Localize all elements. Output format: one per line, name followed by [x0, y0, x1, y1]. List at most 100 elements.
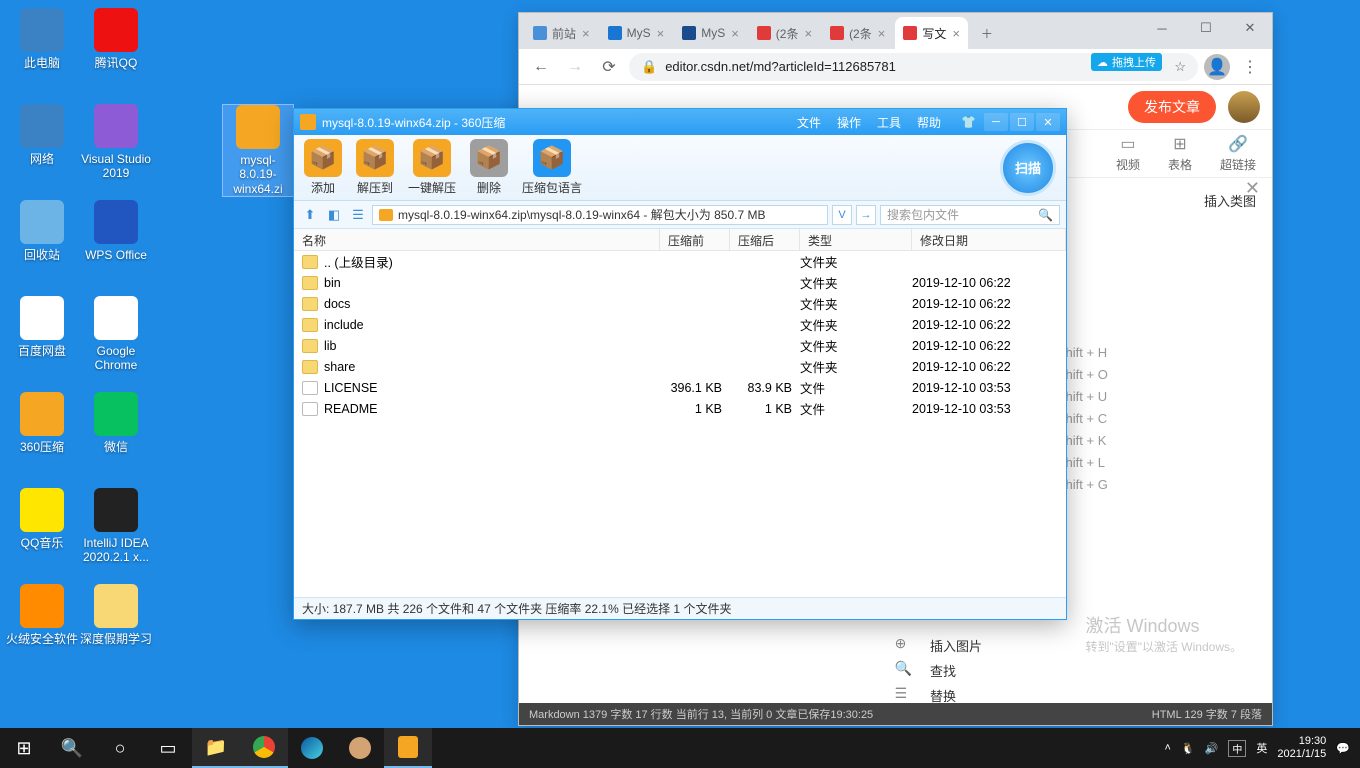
ime-lang[interactable]: 英: [1256, 740, 1267, 756]
file-row[interactable]: bin文件夹2019-12-10 06:22: [294, 272, 1066, 293]
desktop-icon[interactable]: 360压缩: [6, 392, 78, 454]
maximize-button[interactable]: ☐: [1184, 13, 1228, 43]
chrome-tab[interactable]: 前站×: [525, 17, 598, 49]
search-icon[interactable]: 🔍: [1038, 208, 1053, 222]
toolbar-button[interactable]: 📦解压到: [356, 139, 394, 196]
desktop-icon[interactable]: 网络: [6, 104, 78, 166]
file-row[interactable]: .. (上级目录)文件夹: [294, 251, 1066, 272]
side-command[interactable]: 插入图片: [930, 633, 982, 658]
file-row[interactable]: README1 KB1 KB文件2019-12-10 03:53: [294, 398, 1066, 419]
ime-indicator[interactable]: 中: [1228, 740, 1246, 757]
close-button[interactable]: ✕: [1036, 113, 1060, 131]
star-icon[interactable]: ☆: [1174, 59, 1186, 75]
search-input[interactable]: 搜索包内文件 🔍: [880, 205, 1060, 225]
desktop-icon[interactable]: QQ音乐: [6, 488, 78, 550]
reload-button[interactable]: ⟳: [595, 53, 623, 81]
search-icon[interactable]: 🔍: [895, 656, 912, 681]
desktop-icon[interactable]: IntelliJ IDEA 2020.2.1 x...: [80, 488, 152, 565]
header-name[interactable]: 名称: [294, 229, 660, 250]
panel-close-icon[interactable]: ✕: [1245, 178, 1260, 199]
tab-close-icon[interactable]: ×: [952, 26, 960, 41]
desktop-icon[interactable]: 回收站: [6, 200, 78, 262]
avatar[interactable]: [1228, 91, 1260, 123]
clock[interactable]: 19:30 2021/1/15: [1277, 735, 1326, 761]
profile-icon[interactable]: 👤: [1204, 54, 1230, 80]
header-date[interactable]: 修改日期: [912, 229, 1066, 250]
file-row[interactable]: include文件夹2019-12-10 06:22: [294, 314, 1066, 335]
forward-button[interactable]: →: [561, 53, 589, 81]
tab-close-icon[interactable]: ×: [804, 26, 812, 41]
chrome-taskbar-icon[interactable]: [240, 728, 288, 768]
desktop-icon[interactable]: WPS Office: [80, 200, 152, 262]
toolbar-button[interactable]: 📦删除: [470, 139, 508, 196]
minimize-button[interactable]: ─: [1140, 13, 1184, 43]
menu-item[interactable]: 操作: [837, 114, 861, 131]
scan-button[interactable]: 扫描: [1000, 140, 1056, 196]
column-headers[interactable]: 名称 压缩前 压缩后 类型 修改日期: [294, 229, 1066, 251]
up-button[interactable]: ⬆: [300, 205, 320, 225]
explorer-taskbar-icon[interactable]: 📁: [192, 728, 240, 768]
tray-chevron-icon[interactable]: ˄: [1165, 742, 1171, 754]
desktop-icon[interactable]: 腾讯QQ: [80, 8, 152, 70]
nav-button[interactable]: ◧: [324, 205, 344, 225]
toolbar-item[interactable]: ⊞表格: [1168, 134, 1192, 173]
menu-icon[interactable]: ⋮: [1236, 53, 1264, 81]
menu-item[interactable]: 工具: [877, 114, 901, 131]
chrome-tab[interactable]: (2条×: [749, 17, 820, 49]
desktop-icon[interactable]: 火绒安全软件: [6, 584, 78, 646]
tab-close-icon[interactable]: ×: [731, 26, 739, 41]
notifications-icon[interactable]: 💬: [1336, 742, 1350, 755]
new-tab-button[interactable]: ＋: [970, 17, 1004, 49]
toolbar-button[interactable]: 📦压缩包语言: [522, 139, 582, 196]
desktop-icon[interactable]: Visual Studio 2019: [80, 104, 152, 181]
desktop-icon[interactable]: 深度假期学习: [80, 584, 152, 646]
publish-button[interactable]: 发布文章: [1128, 91, 1216, 123]
task-view-button[interactable]: ▭: [144, 728, 192, 768]
cortana-button[interactable]: ○: [96, 728, 144, 768]
header-type[interactable]: 类型: [800, 229, 912, 250]
zip-titlebar[interactable]: mysql-8.0.19-winx64.zip - 360压缩 文件操作工具帮助…: [294, 109, 1066, 135]
file-row[interactable]: share文件夹2019-12-10 06:22: [294, 356, 1066, 377]
close-button[interactable]: ✕: [1228, 13, 1272, 43]
tab-close-icon[interactable]: ×: [657, 26, 665, 41]
edge-taskbar-icon[interactable]: [288, 728, 336, 768]
menu-item[interactable]: 文件: [797, 114, 821, 131]
file-row[interactable]: lib文件夹2019-12-10 06:22: [294, 335, 1066, 356]
side-command[interactable]: 查找: [930, 658, 982, 683]
go-button[interactable]: →: [856, 205, 876, 225]
maximize-button[interactable]: ☐: [1010, 113, 1034, 131]
desktop-icon[interactable]: 此电脑: [6, 8, 78, 70]
tray-volume-icon[interactable]: 🔊: [1205, 742, 1219, 755]
path-field[interactable]: mysql-8.0.19-winx64.zip\mysql-8.0.19-win…: [372, 205, 828, 225]
tab-close-icon[interactable]: ×: [878, 26, 886, 41]
tray-qq-icon[interactable]: 🐧: [1181, 742, 1195, 755]
menu-item[interactable]: 帮助: [917, 114, 941, 131]
toolbar-button[interactable]: 📦添加: [304, 139, 342, 196]
image-icon[interactable]: ⊕: [895, 631, 912, 656]
search-button[interactable]: 🔍: [48, 728, 96, 768]
app-taskbar-icon[interactable]: [336, 728, 384, 768]
system-tray[interactable]: ˄ 🐧 🔊 中 英 19:30 2021/1/15 💬: [1155, 735, 1360, 761]
skin-icon[interactable]: 👕: [961, 115, 976, 129]
file-row[interactable]: LICENSE396.1 KB83.9 KB文件2019-12-10 03:53: [294, 377, 1066, 398]
list-view-button[interactable]: ☰: [348, 205, 368, 225]
toolbar-item[interactable]: ▭视频: [1116, 134, 1140, 173]
chrome-tab[interactable]: 写文×: [895, 17, 968, 49]
back-button[interactable]: ←: [527, 53, 555, 81]
dropdown-button[interactable]: V: [832, 205, 852, 225]
chrome-tab[interactable]: MyS×: [674, 17, 747, 49]
header-after[interactable]: 压缩后: [730, 229, 800, 250]
header-before[interactable]: 压缩前: [660, 229, 730, 250]
chrome-tab[interactable]: MyS×: [600, 17, 673, 49]
toolbar-item[interactable]: 🔗超链接: [1220, 134, 1256, 173]
desktop-icon[interactable]: Google Chrome: [80, 296, 152, 373]
desktop-icon[interactable]: 微信: [80, 392, 152, 454]
zip-taskbar-icon[interactable]: [384, 728, 432, 768]
minimize-button[interactable]: ─: [984, 113, 1008, 131]
desktop-icon[interactable]: mysql-8.0.19-winx64.zi: [222, 104, 294, 197]
chrome-tab[interactable]: (2条×: [822, 17, 893, 49]
upload-tag[interactable]: ☁拖拽上传: [1091, 53, 1162, 71]
tab-close-icon[interactable]: ×: [582, 26, 590, 41]
desktop-icon[interactable]: 百度网盘: [6, 296, 78, 358]
toolbar-button[interactable]: 📦一键解压: [408, 139, 456, 196]
